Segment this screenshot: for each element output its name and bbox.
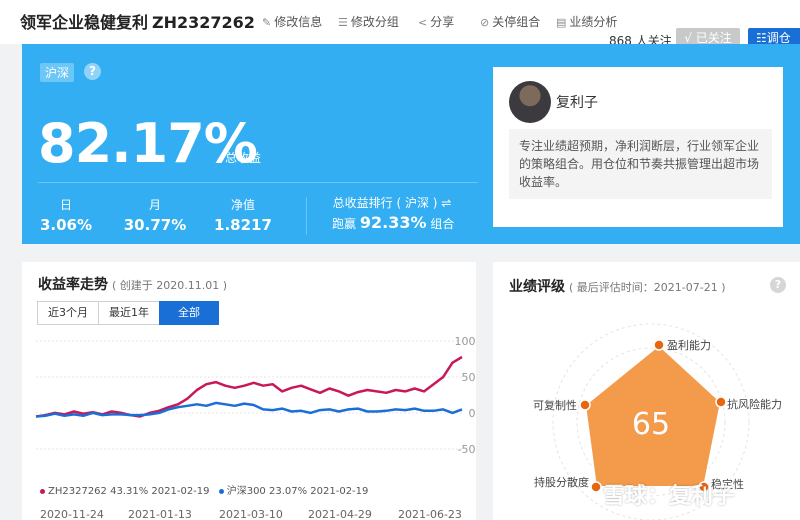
stat-daily: 日 3.06% bbox=[34, 196, 98, 234]
divider bbox=[306, 197, 307, 235]
legend-portfolio[interactable]: ZH2327262 43.31% 2021-02-19 bbox=[48, 486, 210, 497]
share-button[interactable]: < 分享 bbox=[418, 13, 454, 30]
pencil-icon: ✎ bbox=[262, 16, 272, 29]
rank-label: 总收益排行 ( 沪深 ) ⇌ bbox=[332, 196, 452, 210]
total-return-label: 总收益 bbox=[225, 151, 262, 165]
radar-label-diversity: 持股分散度 bbox=[534, 475, 589, 489]
edit-info-label: 修改信息 bbox=[274, 15, 323, 29]
report-icon: ▤ bbox=[556, 16, 567, 29]
rating-score: 65 bbox=[632, 407, 670, 442]
x-tick-label: 2021-04-29 bbox=[308, 508, 372, 520]
portfolio-code: ZH2327262 bbox=[152, 13, 255, 32]
radar-label-risk: 抗风险能力 bbox=[727, 397, 782, 411]
radar-point bbox=[579, 399, 591, 411]
stat-nav: 净值 1.8217 bbox=[208, 196, 278, 234]
radar-point bbox=[590, 481, 602, 493]
radar-point bbox=[653, 339, 665, 351]
close-portfolio-button[interactable]: ⊘ 关停组合 bbox=[480, 13, 540, 30]
portfolio-description: 专注业绩超预期，净利润断层，行业领军企业的策略组合。用仓位和节奏共振管理出超市场… bbox=[509, 129, 772, 199]
stat-nav-label: 净值 bbox=[230, 198, 255, 212]
avatar[interactable] bbox=[509, 81, 551, 123]
performance-analysis-button[interactable]: ▤ 业绩分析 bbox=[556, 13, 617, 30]
market-tag: 沪深 bbox=[40, 63, 75, 82]
edit-group-button[interactable]: ☰ 修改分组 bbox=[338, 13, 399, 30]
x-tick-label: 2021-01-13 bbox=[128, 508, 192, 520]
share-label: 分享 bbox=[430, 15, 455, 29]
series-line-index bbox=[35, 401, 463, 418]
series-line-portfolio bbox=[35, 355, 463, 418]
rank-line: 跑赢 92.33% 组合 bbox=[332, 213, 455, 232]
rank-value: 92.33% bbox=[359, 213, 427, 232]
radar-label-profit: 盈利能力 bbox=[667, 338, 711, 352]
stat-daily-value: 3.06% bbox=[39, 216, 93, 234]
list-icon: ☰ bbox=[338, 16, 348, 29]
radar-label-replicability: 可复制性 bbox=[533, 398, 577, 412]
divider bbox=[38, 182, 478, 183]
y-tick-label: -50% bbox=[458, 443, 476, 456]
y-tick-label: 100% bbox=[455, 335, 476, 348]
x-tick-label: 2021-03-10 bbox=[219, 508, 283, 520]
edit-group-label: 修改分组 bbox=[350, 15, 399, 29]
return-rank[interactable]: 总收益排行 ( 沪深 ) ⇌ 跑赢 92.33% 组合 bbox=[332, 194, 455, 232]
close-portfolio-label: 关停组合 bbox=[492, 15, 541, 29]
portfolio-name: 领军企业稳健复利 bbox=[20, 13, 149, 32]
legend-dot-index bbox=[218, 488, 224, 494]
top-bar: 领军企业稳健复利 ZH2327262 ✎ 修改信息 ☰ 修改分组 < 分享 ⊘ 关停组合 … bbox=[0, 0, 800, 49]
owner-name[interactable]: 复利子 bbox=[556, 92, 598, 112]
share-icon: < bbox=[418, 16, 428, 29]
edit-info-button[interactable]: ✎ 修改信息 bbox=[262, 13, 322, 30]
owner-card: 复利子 专注业绩超预期，净利润断层，行业领军企业的策略组合。用仓位和节奏共振管理… bbox=[493, 67, 783, 227]
y-tick-label: 0% bbox=[469, 407, 476, 420]
help-icon[interactable]: ? bbox=[84, 63, 101, 80]
legend-index[interactable]: 沪深300 23.07% 2021-02-19 bbox=[227, 486, 369, 497]
return-trend-panel: 收益率走势( 创建于 2020.11.01 ) 近3个月 最近1年 全部 100… bbox=[22, 262, 476, 520]
stat-nav-value: 1.8217 bbox=[214, 216, 272, 234]
radar-point bbox=[715, 396, 727, 408]
performance-analysis-label: 业绩分析 bbox=[569, 15, 618, 29]
portfolio-title: 领军企业稳健复利 ZH2327262 bbox=[20, 9, 255, 33]
watermark: 雪球：复利子 bbox=[603, 484, 736, 509]
stat-monthly: 月 30.77% bbox=[120, 196, 190, 234]
stat-monthly-value: 30.77% bbox=[123, 216, 187, 234]
rank-prefix: 跑赢 bbox=[332, 217, 357, 231]
legend-dot-portfolio bbox=[40, 488, 45, 494]
block-icon: ⊘ bbox=[480, 16, 490, 29]
x-tick-label: 2021-06-23 bbox=[398, 508, 462, 520]
x-tick-label: 2020-11-24 bbox=[40, 508, 104, 520]
stat-monthly-label: 月 bbox=[148, 198, 161, 212]
stat-daily-label: 日 bbox=[59, 198, 72, 212]
chart-legend: ZH2327262 43.31% 2021-02-19 沪深300 23.07%… bbox=[40, 482, 368, 497]
y-tick-label: 50% bbox=[462, 371, 476, 384]
rank-suffix: 组合 bbox=[430, 217, 455, 231]
